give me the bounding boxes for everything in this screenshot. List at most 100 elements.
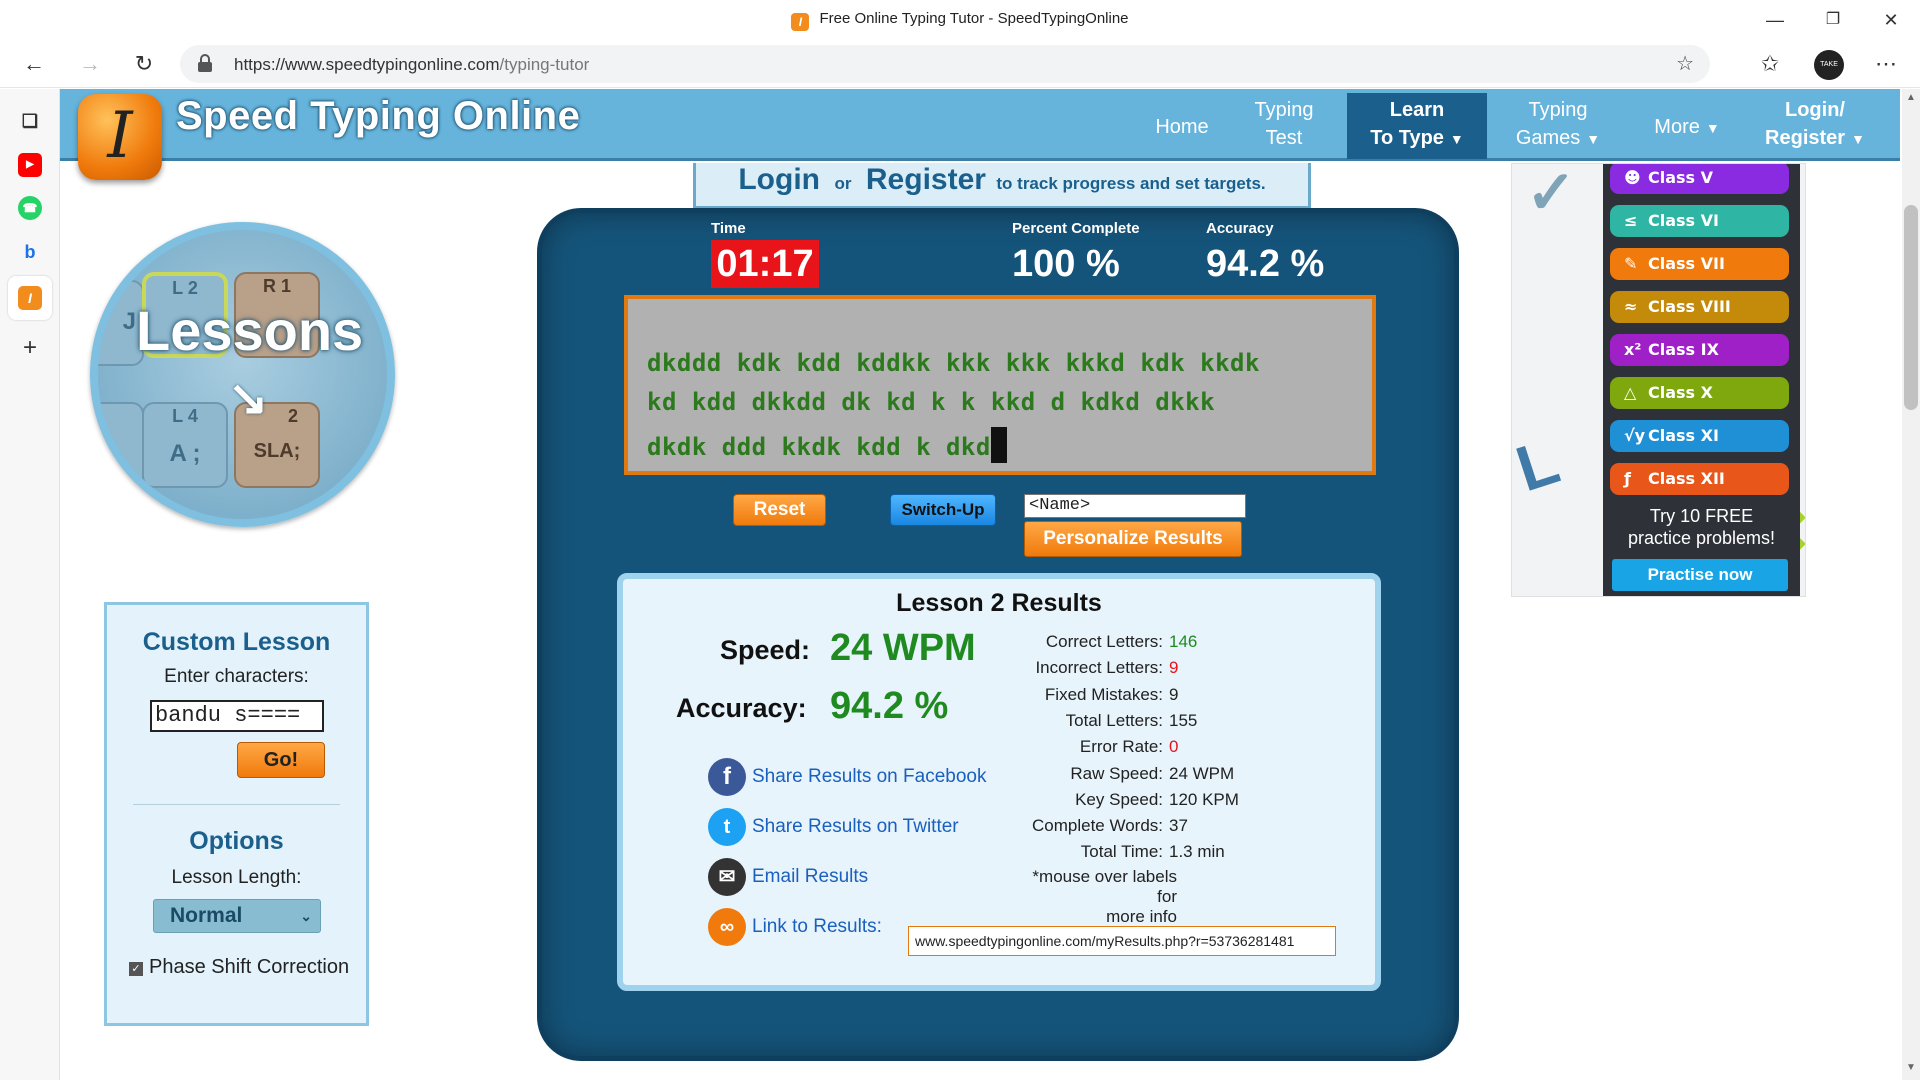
profile-avatar[interactable]: TAKE RISK bbox=[1814, 50, 1844, 98]
class-glyph-icon: ≤ bbox=[1624, 211, 1638, 230]
result-stat-label[interactable]: Raw Speed: bbox=[1070, 763, 1163, 785]
phase-shift-label: Phase Shift Correction bbox=[149, 956, 350, 978]
class-button[interactable]: ≤ Class VI bbox=[1610, 205, 1789, 237]
nav-home[interactable]: Home bbox=[1138, 113, 1226, 141]
results-link-input[interactable]: www.speedtypingonline.com/myResults.php?… bbox=[908, 926, 1336, 956]
restore-icon[interactable]: ❐ bbox=[1810, 4, 1856, 36]
typing-line-3: dkdk ddd kkdk kdd k dkd bbox=[647, 427, 1007, 463]
result-stat-label[interactable]: Correct Letters: bbox=[1046, 631, 1163, 653]
scroll-up-icon[interactable]: ▲ bbox=[1904, 92, 1918, 106]
nav-more[interactable]: More ▼ bbox=[1644, 113, 1730, 142]
nav-learn-to-type[interactable]: Learn To Type ▼ bbox=[1347, 93, 1487, 159]
url-text[interactable]: https://www.speedtypingonline.com/typing… bbox=[234, 55, 589, 75]
class-button[interactable]: √y Class XI bbox=[1610, 420, 1789, 452]
result-stat-value: 120 KPM bbox=[1169, 789, 1239, 809]
result-stat-value: 37 bbox=[1169, 816, 1188, 836]
keycap: L 4 A ; bbox=[142, 402, 228, 488]
options-title: Options bbox=[189, 827, 284, 855]
favorites-icon[interactable]: ✩ bbox=[1752, 46, 1788, 82]
result-stat-label[interactable]: Complete Words: bbox=[1032, 815, 1163, 837]
reload-icon[interactable]: ↻ bbox=[126, 46, 162, 82]
scrollbar-thumb[interactable] bbox=[1904, 205, 1918, 410]
register-link[interactable]: Register bbox=[866, 163, 986, 196]
result-stat-value: 0 bbox=[1169, 737, 1179, 757]
advertisement[interactable]: ✓ L ÷ ✖ ☻Class V≤Class VI✎Class VII≈Clas… bbox=[1511, 163, 1806, 597]
keycap-text: SLA; bbox=[253, 440, 301, 462]
class-button[interactable]: ☻ Class V bbox=[1610, 164, 1789, 194]
url-host: https://www.speedtypingonline.com bbox=[234, 55, 500, 74]
lessons-badge[interactable]: J L 2 R 1 L 4A ; 2 SLA; Lessons ↘ bbox=[90, 222, 395, 527]
class-button[interactable]: ✎ Class VII bbox=[1610, 248, 1789, 280]
site-title[interactable]: Speed Typing Online bbox=[176, 94, 580, 139]
ad-try-line1: Try 10 FREE bbox=[1649, 506, 1754, 526]
email-results-label: Email Results bbox=[752, 866, 869, 888]
result-stat-label[interactable]: Key Speed: bbox=[1075, 789, 1163, 811]
back-icon[interactable]: ← bbox=[16, 46, 52, 82]
phase-shift-checkbox[interactable]: ✓ bbox=[129, 962, 143, 976]
practise-now-button[interactable]: Practise now bbox=[1612, 559, 1788, 591]
keycap-label: L 2 bbox=[172, 278, 198, 298]
address-bar[interactable]: https://www.speedtypingonline.com/typing… bbox=[180, 45, 1710, 83]
result-stat-label[interactable]: Fixed Mistakes: bbox=[1045, 684, 1163, 706]
typing-text-box[interactable]: dkddd kdk kdd kddkk kkk kkk kkkd kdk kkd… bbox=[624, 295, 1376, 475]
custom-lesson-panel: Custom Lesson Enter characters: bandu s=… bbox=[104, 602, 369, 1026]
nav-typing-games[interactable]: Typing Games ▼ bbox=[1506, 96, 1610, 153]
name-input[interactable]: <Name> bbox=[1024, 494, 1246, 518]
typing-line-1: dkddd kdk kdd kddkk kkk kkk kkkd kdk kkd… bbox=[647, 349, 1260, 377]
phase-shift-option[interactable]: ✓ Phase Shift Correction bbox=[129, 956, 349, 979]
share-facebook-link[interactable]: f Share Results on Facebook bbox=[708, 758, 986, 796]
email-results-link[interactable]: ✉ Email Results bbox=[708, 858, 868, 896]
personalize-results-button[interactable]: Personalize Results bbox=[1024, 521, 1242, 557]
class-glyph-icon: ≈ bbox=[1624, 297, 1638, 316]
class-button[interactable]: △ Class X bbox=[1610, 377, 1789, 409]
result-stat-value: 24 WPM bbox=[1169, 763, 1235, 783]
class-glyph-icon: √y bbox=[1624, 426, 1646, 445]
login-link[interactable]: Login bbox=[738, 163, 820, 196]
nav-login-line2: Register bbox=[1765, 127, 1846, 149]
reset-button[interactable]: Reset bbox=[733, 494, 826, 526]
nav-games-line2: Games bbox=[1515, 127, 1581, 149]
bing-icon[interactable]: b bbox=[18, 240, 42, 264]
close-icon[interactable]: ✕ bbox=[1868, 4, 1914, 36]
lesson-length-select[interactable]: Normal ⌄ bbox=[153, 899, 321, 933]
speedtyping-sidebar-icon[interactable]: I bbox=[18, 286, 42, 310]
add-favorite-icon[interactable]: ☆ bbox=[1676, 51, 1694, 76]
result-stat-row: Key Speed: 120 KPM bbox=[983, 789, 1363, 811]
more-menu-icon[interactable]: ⋯ bbox=[1868, 46, 1904, 82]
chevron-down-icon: ▼ bbox=[1449, 131, 1464, 147]
nav-typing-test[interactable]: Typing Test bbox=[1236, 96, 1332, 152]
switch-up-button[interactable]: Switch-Up bbox=[890, 494, 996, 526]
minimize-icon[interactable]: — bbox=[1752, 4, 1798, 36]
youtube-icon[interactable]: ▶ bbox=[18, 153, 42, 177]
nav-login-register[interactable]: Login/Register ▼ bbox=[1756, 96, 1874, 153]
site-logo-icon[interactable]: I bbox=[78, 94, 162, 180]
tab-actions-icon[interactable]: ❏ bbox=[18, 109, 42, 133]
class-label: Class X bbox=[1648, 383, 1713, 402]
go-button[interactable]: Go! bbox=[237, 742, 325, 778]
class-button[interactable]: ≈ Class VIII bbox=[1610, 291, 1789, 323]
note-line-2: more info bbox=[1106, 907, 1177, 926]
result-stat-label[interactable]: Total Letters: bbox=[1066, 710, 1163, 732]
result-stat-label[interactable]: Total Time: bbox=[1081, 841, 1163, 863]
result-stat-label[interactable]: Error Rate: bbox=[1080, 736, 1163, 758]
lesson-length-value: Normal bbox=[170, 904, 243, 927]
arrow-down-right-icon: ↘ bbox=[228, 372, 269, 425]
ad-try-line2: practice problems! bbox=[1627, 528, 1776, 548]
add-sidebar-icon[interactable]: + bbox=[18, 336, 42, 360]
result-stat-value: 146 bbox=[1169, 632, 1198, 651]
custom-characters-input[interactable]: bandu s==== bbox=[150, 700, 324, 732]
checkmark-icon: ✓ bbox=[1526, 163, 1577, 226]
share-twitter-link[interactable]: t Share Results on Twitter bbox=[708, 808, 959, 846]
chevron-down-icon: ▼ bbox=[1586, 131, 1601, 147]
result-stat-label[interactable]: Incorrect Letters: bbox=[1035, 657, 1163, 679]
forward-icon[interactable]: → bbox=[72, 46, 108, 82]
link-to-results-label: Link to Results: bbox=[752, 916, 882, 938]
lock-icon bbox=[198, 54, 212, 72]
whatsapp-icon[interactable]: ☎ bbox=[18, 196, 42, 220]
class-glyph-icon: △ bbox=[1624, 383, 1637, 402]
class-button[interactable]: x² Class IX bbox=[1610, 334, 1789, 366]
result-stat-row: Total Time: 1.3 min bbox=[983, 841, 1363, 863]
class-glyph-icon: ƒ bbox=[1624, 469, 1631, 488]
class-button[interactable]: ƒ Class XII bbox=[1610, 463, 1789, 495]
scroll-down-icon[interactable]: ▼ bbox=[1904, 1062, 1918, 1076]
